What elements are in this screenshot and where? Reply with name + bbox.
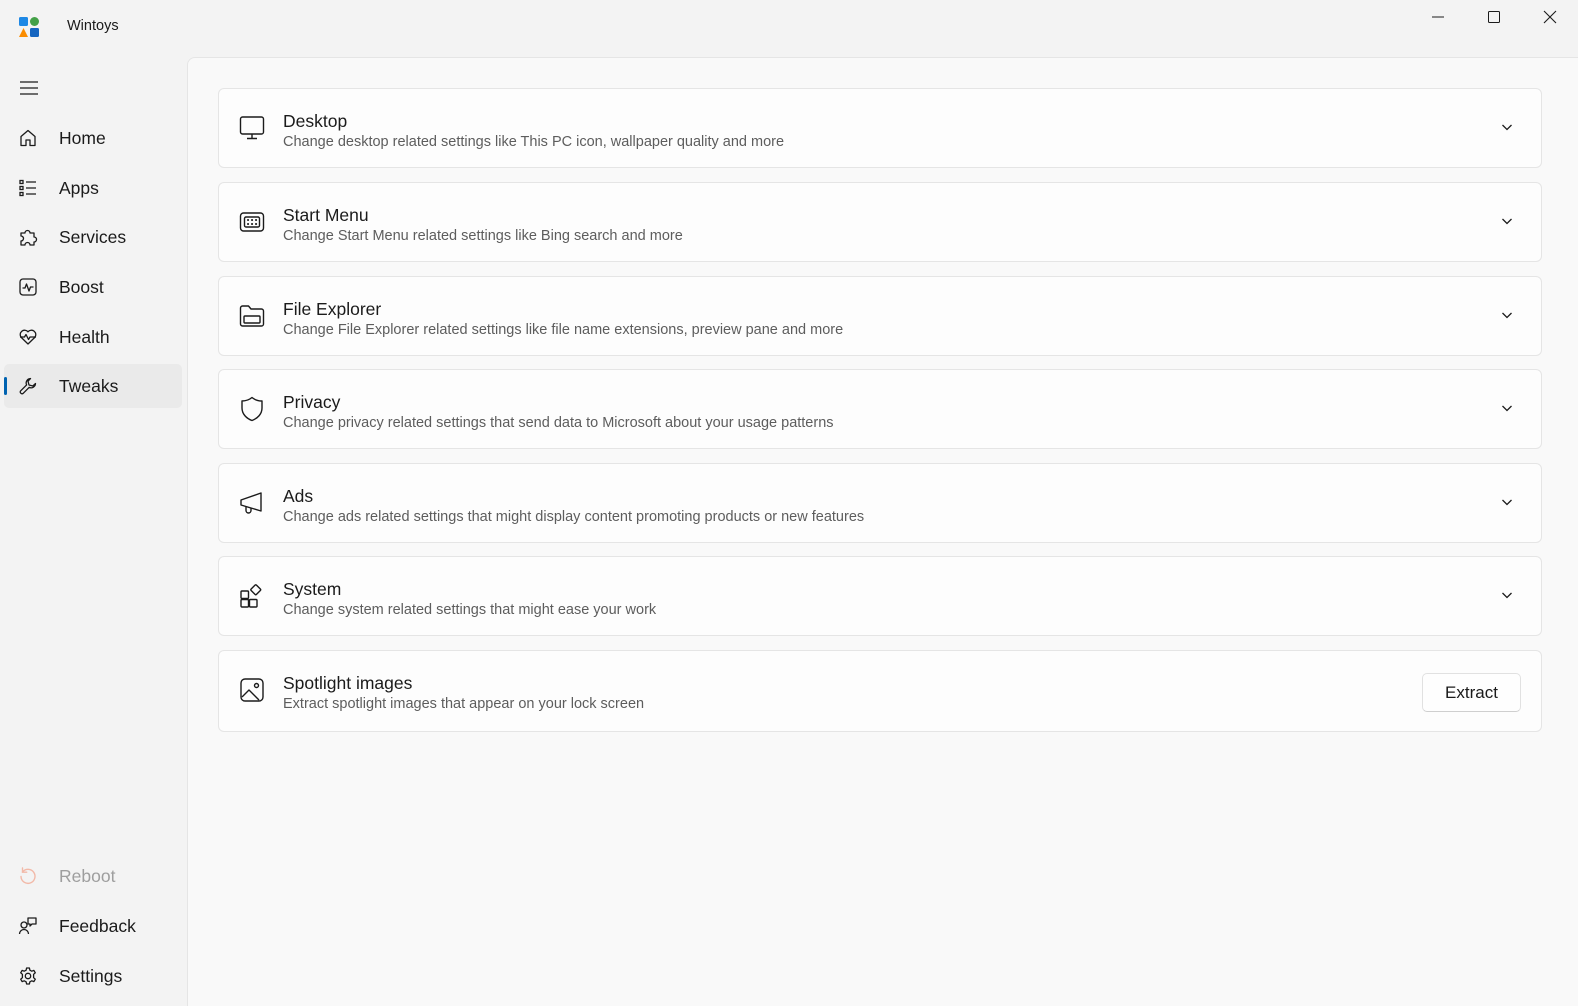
folder-icon	[239, 305, 265, 327]
wrench-icon	[19, 377, 37, 395]
sidebar-item-label: Health	[59, 327, 110, 347]
sidebar-item-label: Services	[59, 227, 127, 247]
file-explorer-expander[interactable]: File Explorer Change File Explorer relat…	[218, 276, 1542, 356]
app-title: Wintoys	[67, 18, 119, 34]
tweaks-page: Desktop Change desktop related settings …	[187, 57, 1578, 1006]
shield-icon	[241, 396, 263, 422]
chevron-down-icon[interactable]	[1499, 494, 1515, 510]
sidebar-item-boost[interactable]: Boost	[4, 265, 182, 309]
sidebar-item-tweaks[interactable]: Tweaks	[4, 364, 182, 408]
sidebar-item-reboot[interactable]: Reboot	[4, 854, 182, 898]
chevron-down-icon[interactable]	[1499, 119, 1515, 135]
puzzle-icon	[20, 229, 38, 246]
card-description: Change ads related settings that might d…	[283, 509, 865, 525]
feedback-icon	[18, 917, 37, 935]
sidebar-item-label: Apps	[59, 178, 99, 198]
card-description: Change Start Menu related settings like …	[283, 228, 683, 244]
pulse-icon	[19, 278, 37, 296]
sidebar-item-home[interactable]: Home	[4, 116, 182, 160]
sidebar-item-feedback[interactable]: Feedback	[4, 904, 182, 948]
card-description: Change privacy related settings that sen…	[283, 415, 834, 431]
title-bar: Wintoys	[0, 0, 1578, 56]
card-title: File Explorer	[283, 299, 382, 319]
desktop-expander[interactable]: Desktop Change desktop related settings …	[218, 88, 1542, 168]
sidebar-item-services[interactable]: Services	[4, 215, 182, 259]
sidebar-item-label: Boost	[59, 277, 104, 297]
chevron-down-icon[interactable]	[1499, 213, 1515, 229]
maximize-icon	[1488, 11, 1500, 23]
privacy-expander[interactable]: Privacy Change privacy related settings …	[218, 369, 1542, 449]
system-apps-icon	[240, 584, 262, 608]
heart-pulse-icon	[19, 329, 37, 345]
minimize-icon	[1432, 16, 1444, 18]
ads-expander[interactable]: Ads Change ads related settings that mig…	[218, 463, 1542, 543]
sidebar-item-label: Reboot	[59, 866, 116, 886]
card-description: Change desktop related settings like Thi…	[283, 134, 785, 150]
sidebar-item-label: Feedback	[59, 916, 136, 936]
spotlight-images-card: Spotlight images Extract spotlight image…	[218, 650, 1542, 732]
minimize-button[interactable]	[1410, 0, 1466, 34]
gear-icon	[20, 967, 36, 985]
chevron-down-icon[interactable]	[1499, 307, 1515, 323]
close-icon	[1543, 10, 1557, 24]
megaphone-icon	[240, 492, 262, 514]
maximize-button[interactable]	[1466, 0, 1522, 34]
image-icon	[240, 678, 264, 702]
menu-toggle-button[interactable]	[8, 72, 50, 104]
sidebar-item-label: Home	[59, 128, 106, 148]
start-menu-expander[interactable]: Start Menu Change Start Menu related set…	[218, 182, 1542, 262]
card-title: System	[283, 579, 342, 599]
sidebar-item-settings[interactable]: Settings	[4, 954, 182, 998]
card-title: Privacy	[283, 392, 341, 412]
chevron-down-icon[interactable]	[1499, 400, 1515, 416]
wintoys-logo-icon	[19, 17, 39, 37]
card-description: Change File Explorer related settings li…	[283, 322, 844, 338]
start-menu-icon	[239, 212, 265, 232]
card-description: Change system related settings that migh…	[283, 602, 657, 618]
sidebar-item-apps[interactable]: Apps	[4, 166, 182, 210]
apps-list-icon	[19, 179, 36, 197]
restart-icon	[20, 867, 36, 885]
sidebar-item-health[interactable]: Health	[4, 315, 182, 359]
card-title: Start Menu	[283, 205, 369, 225]
close-button[interactable]	[1522, 0, 1578, 34]
app-window: Wintoys Home Apps Services Boost Health …	[0, 0, 1578, 1006]
extract-button[interactable]: Extract	[1422, 673, 1521, 712]
chevron-down-icon[interactable]	[1499, 587, 1515, 603]
monitor-icon	[239, 116, 265, 140]
system-expander[interactable]: System Change system related settings th…	[218, 556, 1542, 636]
card-description: Extract spotlight images that appear on …	[283, 696, 645, 712]
sidebar-item-label: Settings	[59, 966, 123, 986]
hamburger-icon	[20, 81, 38, 95]
sidebar-item-label: Tweaks	[59, 376, 119, 396]
card-title: Ads	[283, 486, 314, 506]
home-icon	[20, 129, 36, 147]
card-title: Desktop	[283, 111, 348, 131]
card-title: Spotlight images	[283, 673, 413, 693]
